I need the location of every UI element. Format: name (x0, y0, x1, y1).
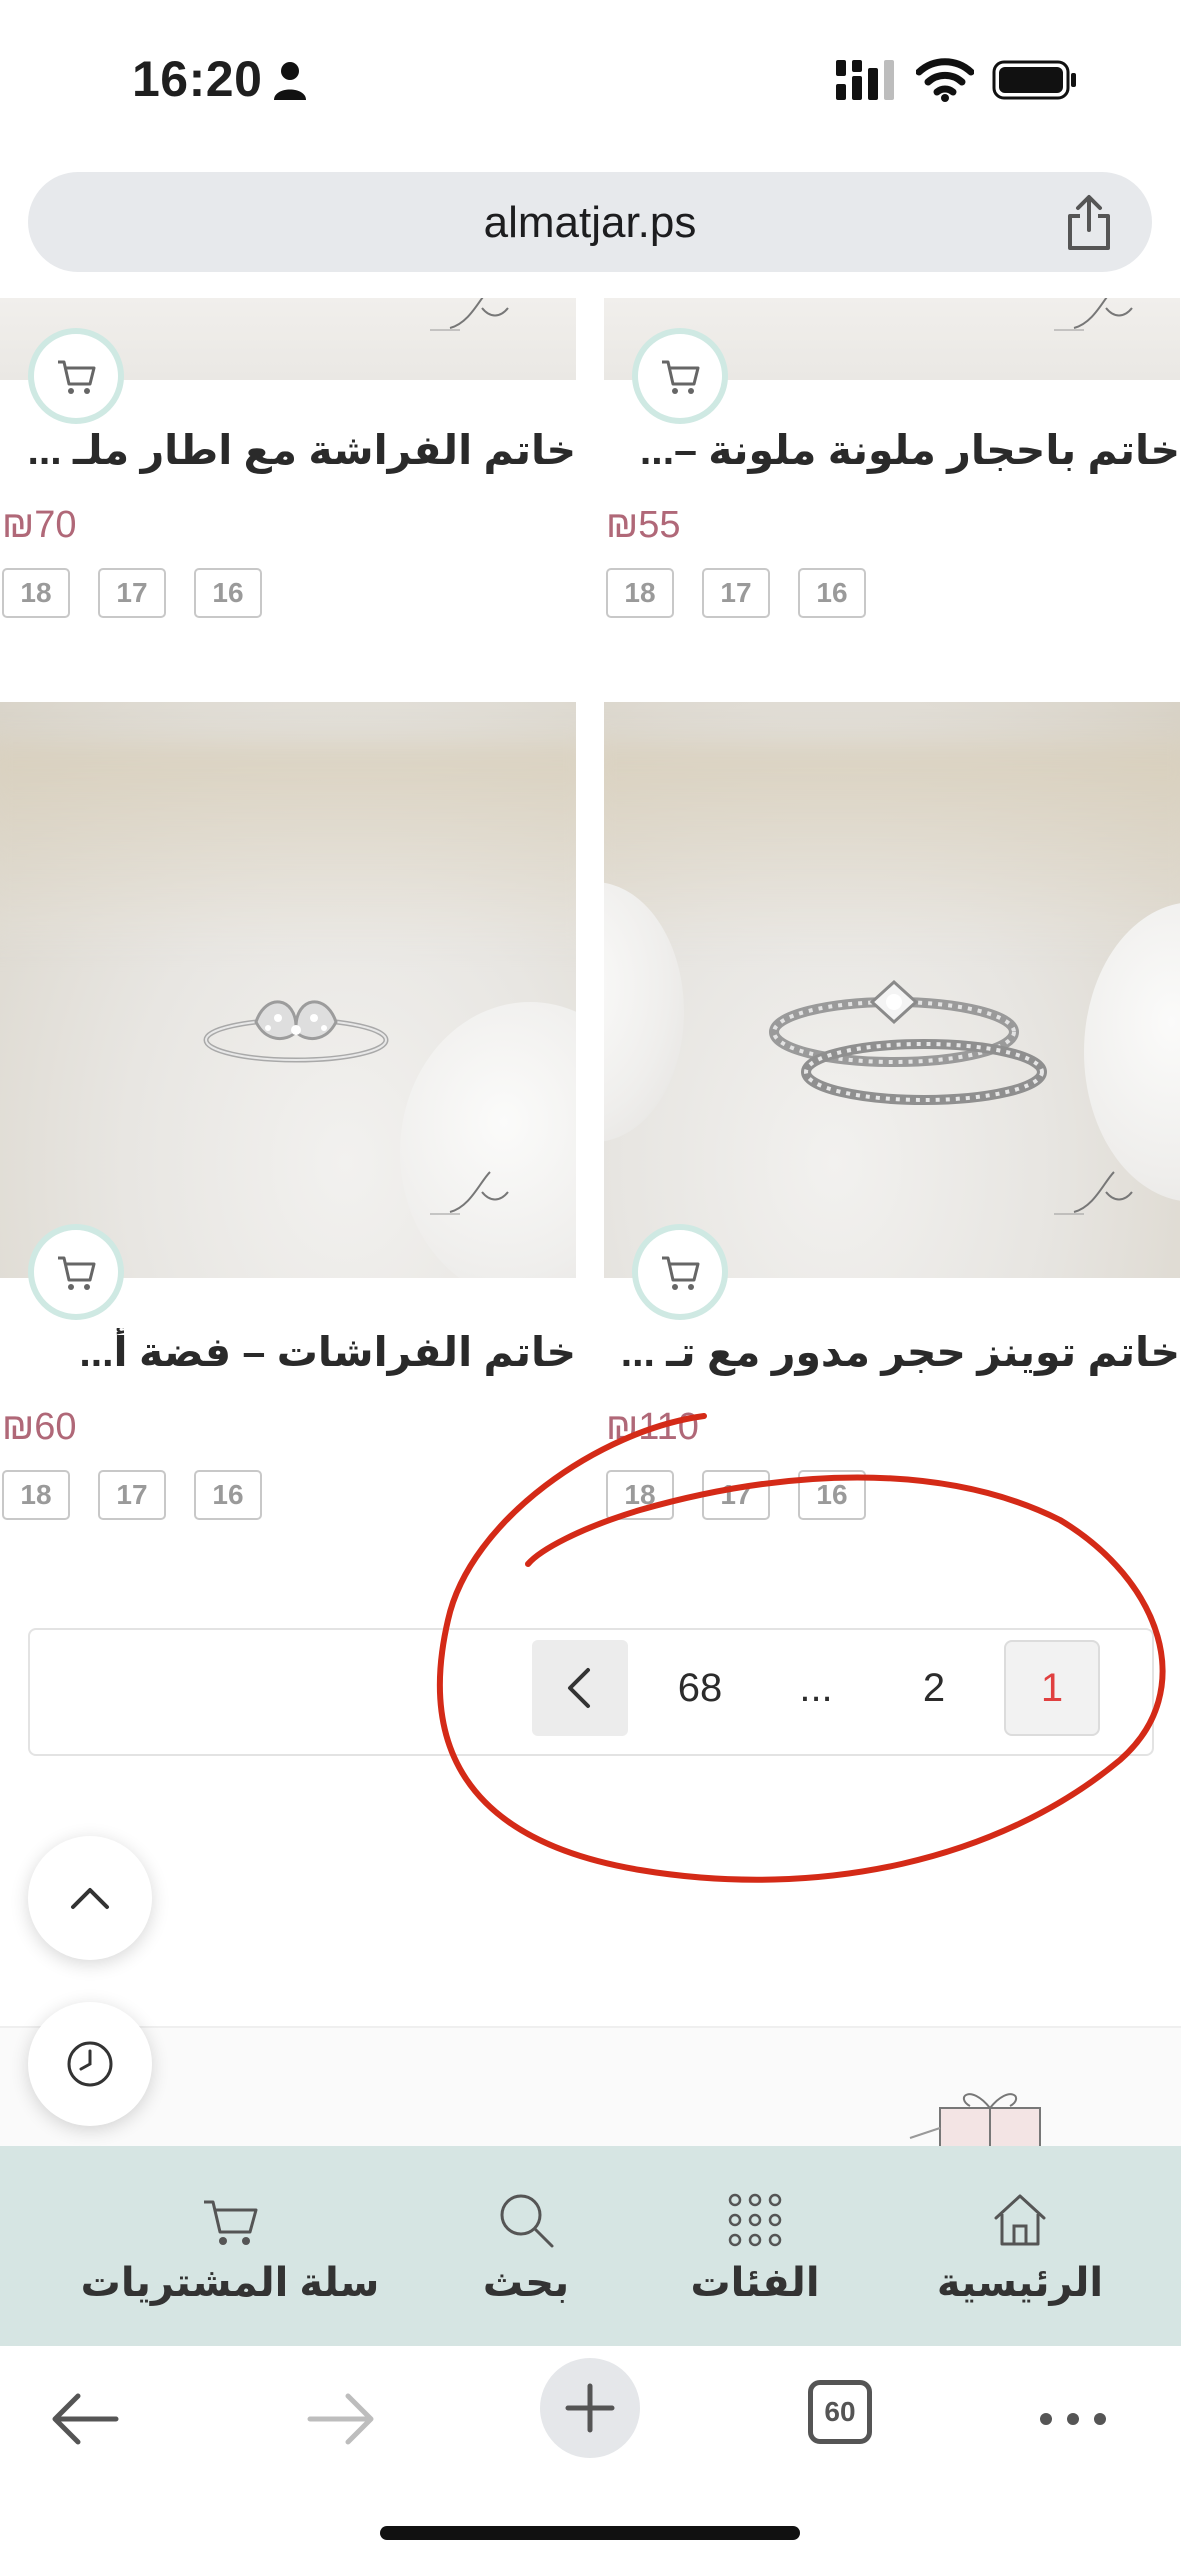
ring-photo (203, 1000, 389, 1063)
cart-icon (204, 2200, 258, 2245)
size-chip[interactable]: 17 (98, 1470, 166, 1520)
chevron-left-icon (568, 1668, 590, 1708)
cellular-signal-icon (836, 60, 894, 100)
status-bar: 16:20 (0, 0, 1181, 160)
more-options-icon[interactable] (1028, 2374, 1118, 2464)
product-price: ₪60 (2, 1406, 77, 1448)
clock-icon (67, 2041, 113, 2087)
product-title[interactable]: خاتم الفراشات – فضة أ... (0, 1328, 576, 1376)
nav-label-cart: سلة المشتريات (80, 2261, 380, 2305)
browser-toolbar: 60 (0, 2346, 1181, 2560)
brand-watermark-logo (1054, 298, 1133, 331)
plus-icon (565, 2383, 615, 2433)
product-card[interactable]: خاتم باحجار ملونة ملونة –... ₪55 18 17 1… (604, 298, 1180, 628)
pagination: 68 ... 2 1 (28, 1628, 1154, 1756)
size-chip[interactable]: 16 (194, 568, 262, 618)
pagination-current-page[interactable]: 1 (1004, 1640, 1100, 1736)
grid-icon (728, 2193, 782, 2247)
nav-item-categories[interactable]: الفئات (680, 2146, 830, 2346)
back-arrow-icon[interactable] (42, 2374, 132, 2464)
size-options: 18 17 16 (2, 1470, 262, 1520)
size-chip[interactable]: 16 (798, 568, 866, 618)
add-to-cart-button[interactable] (28, 1224, 124, 1320)
pagination-page-last[interactable]: 68 (652, 1640, 748, 1736)
bottom-nav: سلة المشتريات بحث الفئات الرئيسية (0, 2146, 1181, 2346)
person-icon (274, 62, 306, 100)
nav-item-home[interactable]: الرئيسية (920, 2146, 1120, 2346)
product-image[interactable] (0, 702, 576, 1278)
brand-watermark-logo (430, 1171, 509, 1215)
url-text[interactable]: almatjar.ps (28, 198, 1152, 248)
chevron-up-icon (71, 1888, 109, 1909)
brand-watermark-logo (430, 298, 509, 331)
size-chip[interactable]: 17 (702, 1470, 770, 1520)
product-price: ₪70 (2, 504, 77, 546)
nav-label-search: بحث (482, 2261, 570, 2305)
size-chip[interactable]: 18 (606, 1470, 674, 1520)
brand-watermark-logo (1054, 1171, 1133, 1215)
product-image[interactable] (604, 702, 1180, 1278)
size-chip[interactable]: 17 (98, 568, 166, 618)
size-chip[interactable]: 16 (798, 1470, 866, 1520)
product-title[interactable]: خاتم باحجار ملونة ملونة –... (604, 426, 1180, 474)
ring-photo (769, 979, 1047, 1105)
nav-label-categories: الفئات (690, 2261, 820, 2305)
product-price: ₪55 (606, 504, 681, 546)
forward-arrow-icon[interactable] (294, 2374, 384, 2464)
address-bar[interactable]: almatjar.ps (28, 172, 1152, 272)
footer-strip (0, 2026, 1181, 2146)
cart-icon (662, 360, 700, 394)
product-price: ₪110 (606, 1406, 699, 1448)
cart-icon (58, 360, 96, 394)
history-button[interactable] (28, 2002, 152, 2126)
add-to-cart-button[interactable] (632, 1224, 728, 1320)
size-chip[interactable]: 18 (2, 568, 70, 618)
pagination-ellipsis: ... (799, 1665, 833, 1710)
product-title[interactable]: خاتم توينز حجر مدور مع تـ ... (604, 1328, 1180, 1376)
size-chip[interactable]: 18 (606, 568, 674, 618)
add-to-cart-button[interactable] (28, 328, 124, 424)
nav-label-home: الرئيسية (936, 2261, 1104, 2305)
home-indicator (380, 2526, 800, 2540)
pagination-page-2[interactable]: 2 (886, 1640, 982, 1736)
tab-switcher-button[interactable]: 60 (808, 2380, 872, 2444)
size-chip[interactable]: 18 (2, 1470, 70, 1520)
size-options: 18 17 16 (606, 568, 866, 618)
new-tab-button[interactable] (540, 2358, 640, 2458)
gift-illustration-icon (909, 2093, 1041, 2146)
nav-item-cart[interactable]: سلة المشتريات (60, 2146, 400, 2346)
home-icon (994, 2194, 1046, 2246)
wifi-icon (916, 58, 974, 102)
search-icon (500, 2194, 554, 2248)
status-time: 16:20 (132, 51, 263, 107)
nav-item-search[interactable]: بحث (456, 2146, 596, 2346)
cart-icon (662, 1256, 700, 1290)
battery-icon (992, 60, 1076, 100)
product-card[interactable]: خاتم الفراشات – فضة أ... ₪60 18 17 16 (0, 702, 576, 1522)
share-icon[interactable] (1064, 194, 1114, 252)
product-title[interactable]: خاتم الفراشة مع اطار ملـ ... (0, 426, 576, 474)
size-chip[interactable]: 17 (702, 568, 770, 618)
add-to-cart-button[interactable] (632, 328, 728, 424)
size-chip[interactable]: 16 (194, 1470, 262, 1520)
product-card[interactable]: خاتم توينز حجر مدور مع تـ ... ₪110 18 17… (604, 702, 1180, 1522)
size-options: 18 17 16 (2, 568, 262, 618)
scroll-to-top-button[interactable] (28, 1836, 152, 1960)
pagination-prev-button[interactable] (532, 1640, 628, 1736)
size-options: 18 17 16 (606, 1470, 866, 1520)
cart-icon (58, 1256, 96, 1290)
product-card[interactable]: خاتم الفراشة مع اطار ملـ ... ₪70 18 17 1… (0, 298, 576, 628)
